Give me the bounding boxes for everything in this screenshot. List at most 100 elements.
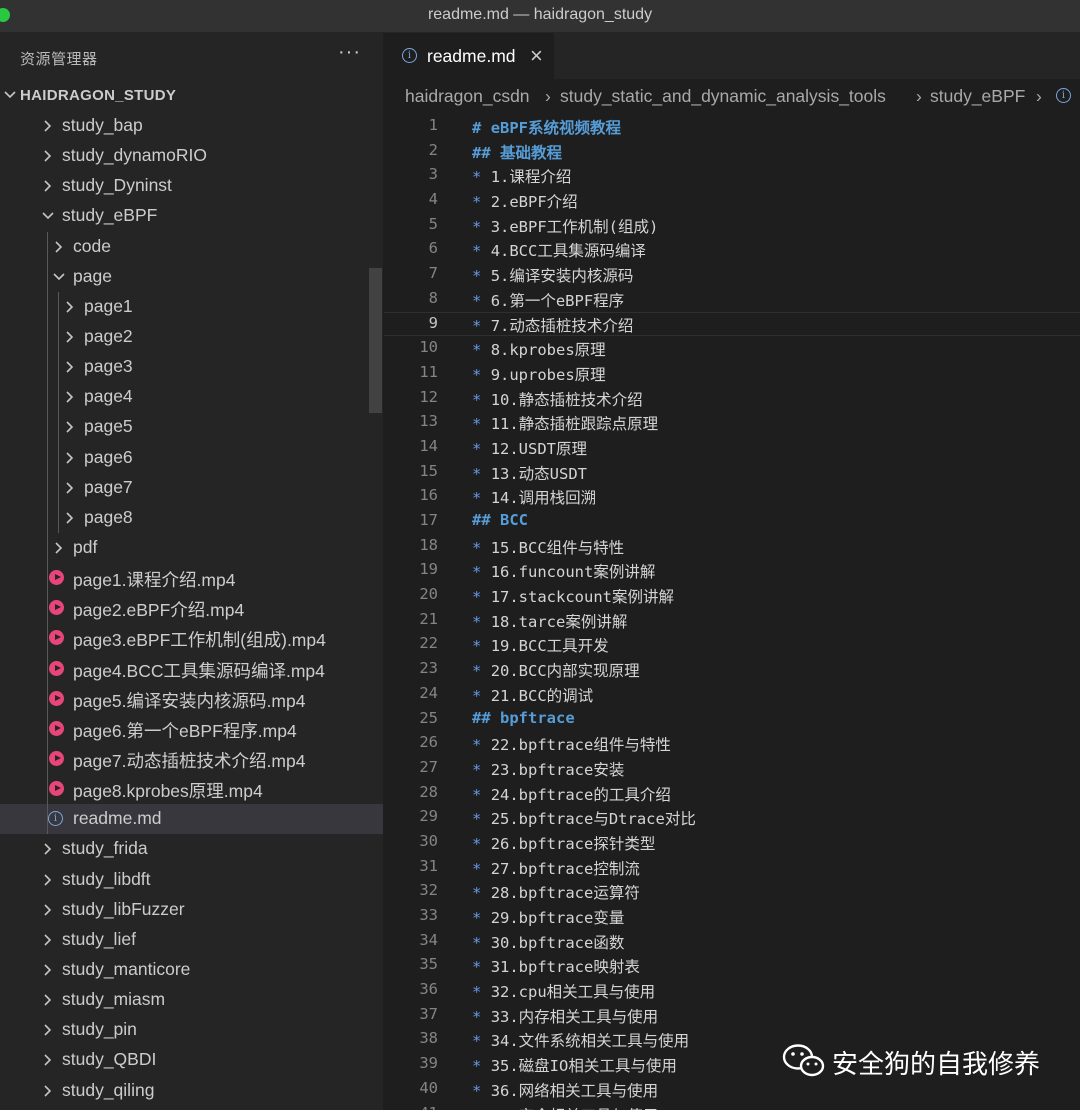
tree-item[interactable]: page2.eBPF介绍.mp4 [0, 593, 383, 624]
info-icon[interactable]: i [1056, 88, 1071, 103]
breadcrumb-separator: › [1036, 86, 1042, 106]
tab-readme[interactable]: i readme.md × [384, 33, 554, 79]
tree-item[interactable]: study_pin [0, 1015, 383, 1045]
tree-item[interactable]: page5 [0, 412, 383, 443]
tree-item[interactable]: page5.编译安装内核源码.mp4 [0, 683, 383, 714]
tree-item[interactable]: page2 [0, 321, 383, 353]
code-line[interactable]: 34 * 30.bpftrace函数 [384, 929, 1080, 954]
code-line[interactable]: 1 # eBPF系统视频教程 [384, 114, 1080, 139]
tree-item-label: page2 [84, 325, 133, 346]
code-line[interactable]: 17 ## BCC [384, 509, 1080, 534]
tree-item[interactable]: code [0, 231, 383, 262]
tree-item[interactable]: i readme.md [0, 804, 383, 835]
code-line[interactable]: 9 * 7.动态插桩技术介绍 [384, 311, 1080, 337]
tree-item[interactable]: study_libdft [0, 865, 383, 895]
list-item-text: 10.静态插桩技术介绍 [490, 390, 643, 409]
code-line[interactable]: 18 * 15.BCC组件与特性 [384, 534, 1080, 559]
tree-item[interactable]: page4 [0, 382, 383, 413]
code-line[interactable]: 13 * 11.静态插桩跟踪点原理 [384, 410, 1080, 435]
tree-item[interactable]: page3 [0, 352, 383, 383]
more-actions-icon[interactable]: ··· [338, 41, 361, 64]
code-editor[interactable]: 1 # eBPF系统视频教程 2 ## 基础教程 3 * 1.课程介绍 4 * 2.eBPF介… [384, 114, 1080, 1110]
sidebar-scrollbar[interactable] [369, 268, 382, 413]
code-line[interactable]: 23 * 20.BCC内部实现原理 [384, 657, 1080, 682]
chevron-right-icon [64, 358, 76, 376]
heading-text: bpftrace [500, 708, 575, 727]
breadcrumb-item[interactable]: haidragon_csdn [405, 86, 530, 107]
code-line[interactable]: 7 * 5.编译安装内核源码 [384, 262, 1080, 287]
tree-item-label: study_QBDI [62, 1049, 157, 1070]
code-line[interactable]: 11 * 9.uprobes原理 [384, 361, 1080, 386]
tree-item[interactable]: study_miasm [0, 985, 383, 1015]
code-line[interactable]: 35 * 31.bpftrace映射表 [384, 953, 1080, 978]
code-line[interactable]: 37 * 33.内存相关工具与使用 [384, 1003, 1080, 1028]
code-line[interactable]: 4 * 2.eBPF介绍 [384, 188, 1080, 213]
line-number: 19 [419, 560, 438, 579]
code-line[interactable]: 3 * 1.课程介绍 [384, 163, 1080, 188]
bullet-marker: * [472, 538, 482, 557]
line-content: # eBPF系统视频教程 [472, 116, 621, 138]
tree-item[interactable]: study_bap [0, 111, 383, 141]
tree-item[interactable]: page8 [0, 502, 383, 533]
tree-item[interactable]: page3.eBPF工作机制(组成).mp4 [0, 623, 383, 654]
code-line[interactable]: 21 * 18.tarce案例讲解 [384, 608, 1080, 633]
workspace-root[interactable]: HAIDRAGON_STUDY [0, 81, 383, 111]
code-line[interactable]: 31 * 27.bpftrace控制流 [384, 855, 1080, 880]
code-line[interactable]: 20 * 17.stackcount案例讲解 [384, 583, 1080, 608]
close-icon[interactable]: × [530, 43, 543, 69]
code-line[interactable]: 25 ## bpftrace [384, 707, 1080, 732]
tree-item[interactable]: page1 [0, 291, 383, 322]
code-line[interactable]: 19 * 16.funcount案例讲解 [384, 558, 1080, 583]
bullet-marker: * [472, 834, 482, 853]
code-line[interactable]: 29 * 25.bpftrace与Dtrace对比 [384, 805, 1080, 830]
tree-item[interactable]: study_manticore [0, 955, 383, 985]
code-line[interactable]: 27 * 23.bpftrace安装 [384, 756, 1080, 781]
code-line[interactable]: 32 * 28.bpftrace运算符 [384, 879, 1080, 904]
code-line[interactable]: 30 * 26.bpftrace探针类型 [384, 830, 1080, 855]
code-line[interactable]: 22 * 19.BCC工具开发 [384, 632, 1080, 657]
code-line[interactable]: 33 * 29.bpftrace变量 [384, 904, 1080, 929]
code-line[interactable]: 41 * 37.安全相关工具与使用 [384, 1102, 1080, 1110]
code-line[interactable]: 6 * 4.BCC工具集源码编译 [384, 237, 1080, 262]
code-line[interactable]: 26 * 22.bpftrace组件与特性 [384, 731, 1080, 756]
code-line[interactable]: 5 * 3.eBPF工作机制(组成) [384, 213, 1080, 238]
chevron-right-icon [42, 931, 54, 949]
tree-item[interactable]: pdf [0, 532, 383, 564]
code-line[interactable]: 12 * 10.静态插桩技术介绍 [384, 386, 1080, 411]
code-line[interactable]: 15 * 13.动态USDT [384, 460, 1080, 485]
code-line[interactable]: 16 * 14.调用栈回溯 [384, 484, 1080, 509]
tree-item[interactable]: page1.课程介绍.mp4 [0, 563, 383, 594]
tree-item[interactable]: study_lief [0, 925, 383, 955]
video-file-icon [49, 570, 64, 586]
code-line[interactable]: 10 * 8.kprobes原理 [384, 336, 1080, 361]
tree-item[interactable]: page4.BCC工具集源码编译.mp4 [0, 653, 383, 684]
tree-item[interactable]: study_eBPF [0, 201, 383, 231]
line-number: 41 [384, 1104, 438, 1110]
code-line[interactable]: 8 * 6.第一个eBPF程序 [384, 287, 1080, 312]
tree-item[interactable]: study_dynamoRIO [0, 141, 383, 171]
tree-item[interactable]: page [0, 261, 383, 292]
tree-item[interactable]: page6.第一个eBPF程序.mp4 [0, 713, 383, 744]
tree-item[interactable]: page7.动态插桩技术介绍.mp4 [0, 743, 383, 775]
line-number: 34 [419, 930, 438, 949]
code-line[interactable]: 28 * 24.bpftrace的工具介绍 [384, 781, 1080, 806]
indent-guide [47, 261, 48, 292]
bullet-marker: * [472, 933, 482, 952]
bullet-marker: * [472, 859, 482, 878]
tree-item[interactable]: study_Dyninst [0, 171, 383, 201]
line-number: 27 [419, 757, 438, 776]
code-line[interactable]: 24 * 21.BCC的调试 [384, 682, 1080, 707]
code-line[interactable]: 36 * 32.cpu相关工具与使用 [384, 978, 1080, 1003]
breadcrumb-item[interactable]: study_static_and_dynamic_analysis_tools [560, 86, 886, 107]
tree-item[interactable]: study_qiling [0, 1076, 383, 1106]
code-line[interactable]: 14 * 12.USDT原理 [384, 435, 1080, 460]
code-line[interactable]: 2 ## 基础教程 [384, 139, 1080, 164]
tree-item[interactable]: study_QBDI [0, 1045, 383, 1075]
tree-item[interactable]: page6 [0, 442, 383, 473]
line-content: * 10.静态插桩技术介绍 [472, 388, 643, 410]
tree-item[interactable]: study_libFuzzer [0, 895, 383, 925]
tree-item[interactable]: page7 [0, 472, 383, 503]
breadcrumb-item[interactable]: study_eBPF [930, 86, 1025, 107]
tree-item[interactable]: page8.kprobes原理.mp4 [0, 774, 383, 805]
tree-item[interactable]: study_frida [0, 834, 383, 864]
